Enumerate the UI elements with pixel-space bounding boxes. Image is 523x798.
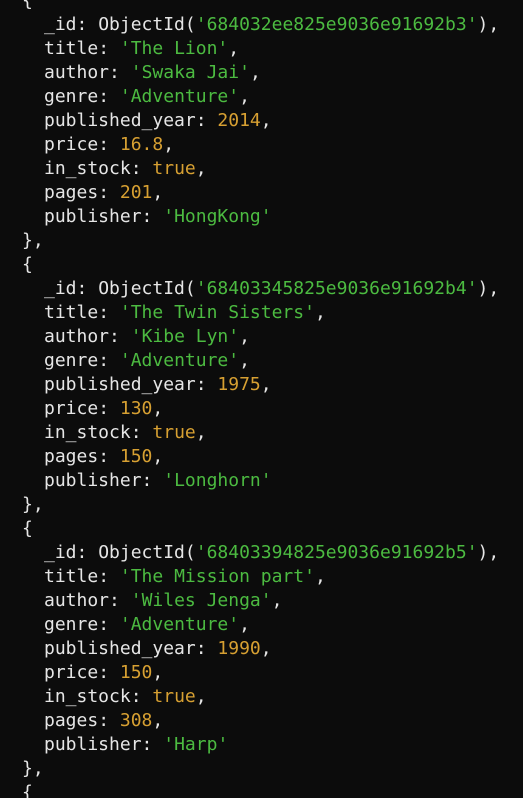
field-value-author: Kibe Lyn (141, 326, 229, 347)
field-row-published-year: published_year: 1990, (44, 638, 272, 659)
field-row-in-stock: in_stock: true, (44, 686, 207, 707)
document-close-brace: }, (22, 758, 44, 779)
field-row-price: price: 16.8, (44, 134, 175, 155)
field-row-publisher: publisher: 'Harp' (44, 734, 229, 755)
field-value-published-year: 2014 (217, 110, 261, 131)
field-value-pages: 308 (119, 710, 153, 731)
field-value-genre: Adventure (130, 86, 229, 107)
field-row-price: price: 130, (44, 398, 164, 419)
field-row-title: title: 'The Lion', (44, 38, 240, 59)
field-key: publisher (44, 470, 142, 491)
field-value-in-stock: true (152, 422, 196, 443)
field-row-pages: pages: 201, (44, 182, 164, 203)
field-row-published-year: published_year: 1975, (44, 374, 272, 395)
field-value-price: 130 (119, 398, 153, 419)
field-key: in_stock (44, 686, 131, 707)
field-value-published-year: 1990 (217, 638, 261, 659)
query-output: { _id: ObjectId('684032ee825e9036e91692b3… (22, 0, 499, 798)
field-value-genre: Adventure (130, 350, 229, 371)
document-open-brace: { (22, 254, 33, 275)
field-value-price: 16.8 (119, 134, 164, 155)
field-value-genre: Adventure (130, 614, 229, 635)
objectid-function: ObjectId (98, 542, 185, 563)
field-row-title: title: 'The Mission part', (44, 566, 326, 587)
field-value-price: 150 (119, 662, 153, 683)
field-value-in-stock: true (152, 158, 196, 179)
field-row-in-stock: in_stock: true, (44, 158, 207, 179)
field-key: published_year (44, 110, 196, 131)
field-key: in_stock (44, 422, 131, 443)
field-key: _id (44, 14, 77, 35)
field-key: in_stock (44, 158, 131, 179)
objectid-function: ObjectId (98, 278, 185, 299)
field-value-title: The Mission part (130, 566, 305, 587)
field-row-in-stock: in_stock: true, (44, 422, 207, 443)
field-value-id: 68403394825e9036e91692b5 (206, 542, 467, 563)
field-value-publisher: HongKong (174, 206, 261, 227)
field-key: author (44, 326, 110, 347)
field-key: author (44, 590, 110, 611)
field-value-title: The Lion (130, 38, 218, 59)
document-open-brace: { (22, 518, 33, 539)
field-row-price: price: 150, (44, 662, 164, 683)
field-row-pages: pages: 150, (44, 446, 164, 467)
field-key: genre (44, 86, 99, 107)
field-value-pages: 150 (119, 446, 153, 467)
field-key: price (44, 134, 99, 155)
field-row-id: _id: ObjectId('68403394825e9036e91692b5'… (44, 542, 500, 563)
field-key: price (44, 398, 99, 419)
field-key: pages (44, 710, 99, 731)
objectid-function: ObjectId (98, 14, 185, 35)
field-row-author: author: 'Kibe Lyn', (44, 326, 250, 347)
field-value-id: 684032ee825e9036e91692b3 (206, 14, 467, 35)
field-key: title (44, 38, 99, 59)
field-row-genre: genre: 'Adventure', (44, 350, 250, 371)
field-row-id: _id: ObjectId('68403345825e9036e91692b4'… (44, 278, 500, 299)
document-open-brace: { (22, 0, 33, 11)
field-key: published_year (44, 638, 196, 659)
field-value-author: Swaka Jai (141, 62, 240, 83)
field-row-publisher: publisher: 'HongKong' (44, 206, 272, 227)
field-row-publisher: publisher: 'Longhorn' (44, 470, 272, 491)
field-key: publisher (44, 206, 142, 227)
field-row-id: _id: ObjectId('684032ee825e9036e91692b3'… (44, 14, 500, 35)
field-key: published_year (44, 374, 196, 395)
field-value-publisher: Longhorn (174, 470, 261, 491)
document-close-brace: }, (22, 230, 44, 251)
field-value-title: The Twin Sisters (130, 302, 305, 323)
field-key: publisher (44, 734, 142, 755)
document-open-brace: { (22, 782, 33, 798)
terminal-window[interactable]: { _id: ObjectId('684032ee825e9036e91692b3… (0, 0, 523, 798)
field-row-title: title: 'The Twin Sisters', (44, 302, 326, 323)
field-key: pages (44, 446, 99, 467)
field-key: author (44, 62, 110, 83)
field-value-author: Wiles Jenga (141, 590, 261, 611)
field-value-in-stock: true (152, 686, 196, 707)
field-value-id: 68403345825e9036e91692b4 (206, 278, 467, 299)
field-key: title (44, 566, 99, 587)
field-key: price (44, 662, 99, 683)
field-row-published-year: published_year: 2014, (44, 110, 272, 131)
field-key: _id (44, 278, 77, 299)
field-row-pages: pages: 308, (44, 710, 164, 731)
field-key: _id (44, 542, 77, 563)
document-close-brace: }, (22, 494, 44, 515)
field-row-author: author: 'Wiles Jenga', (44, 590, 283, 611)
field-row-genre: genre: 'Adventure', (44, 86, 250, 107)
field-key: genre (44, 614, 99, 635)
field-row-genre: genre: 'Adventure', (44, 614, 250, 635)
field-key: pages (44, 182, 99, 203)
field-value-publisher: Harp (174, 734, 218, 755)
field-value-published-year: 1975 (217, 374, 261, 395)
field-key: genre (44, 350, 99, 371)
field-value-pages: 201 (119, 182, 153, 203)
field-row-author: author: 'Swaka Jai', (44, 62, 261, 83)
field-key: title (44, 302, 99, 323)
